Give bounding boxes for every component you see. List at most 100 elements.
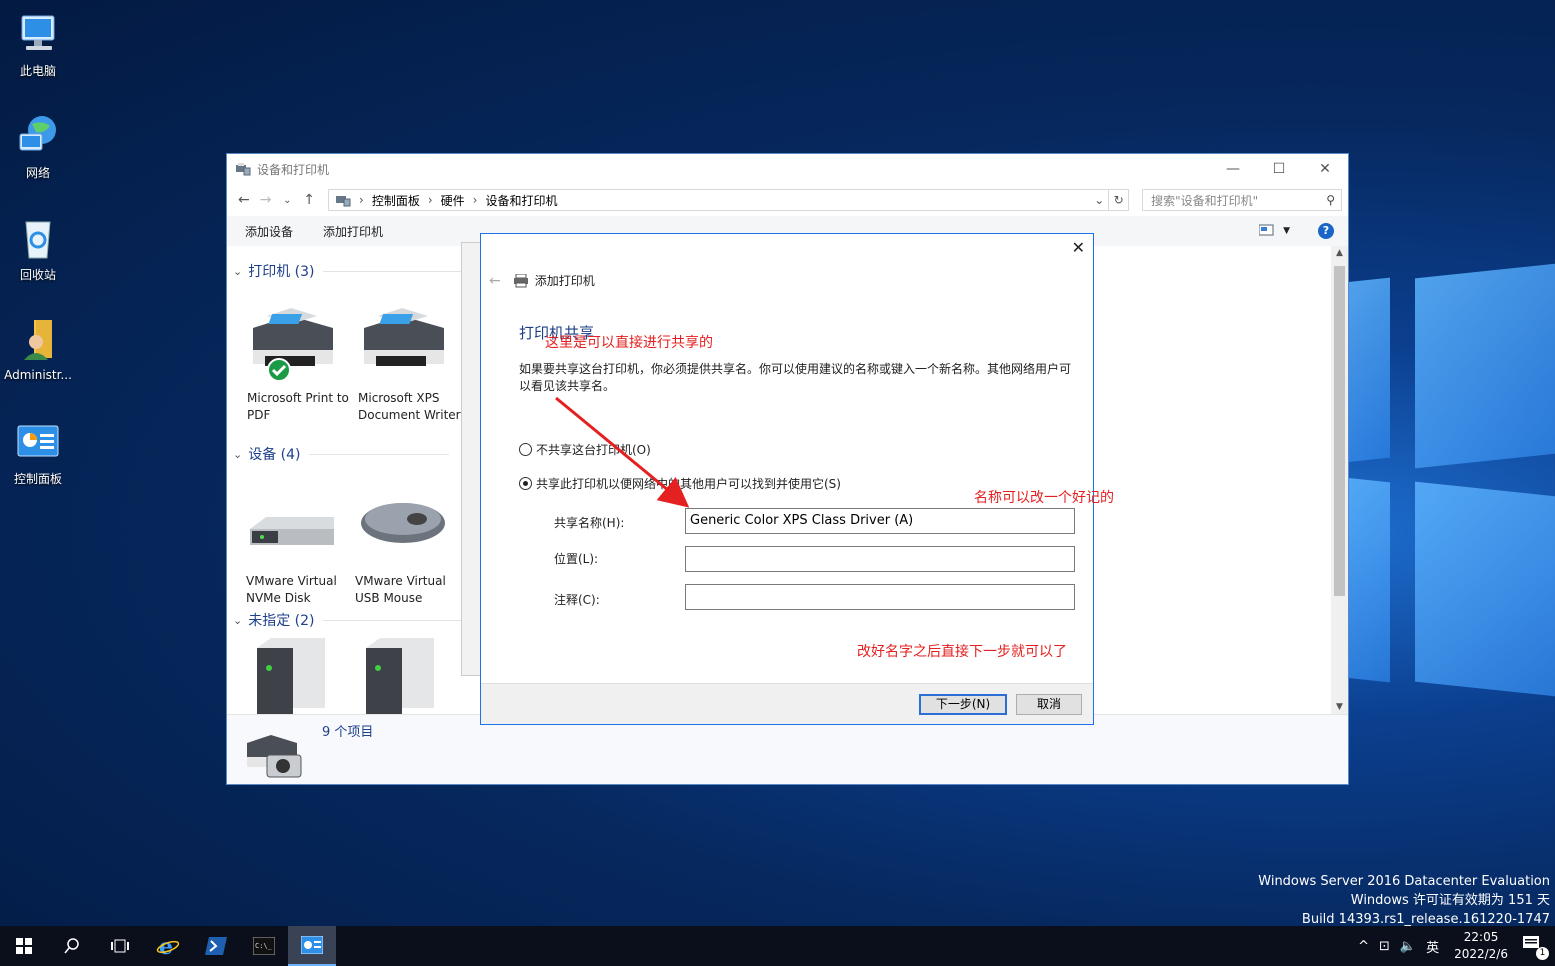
vertical-scrollbar[interactable]: ▲ ▼ xyxy=(1331,246,1348,714)
back-arrow-icon[interactable]: ← xyxy=(489,273,501,289)
system-tray: ^ ⊡ 🔈 英 22:05 2022/2/6 1 xyxy=(1353,926,1555,966)
devices-printers-icon xyxy=(236,163,251,176)
comment-field[interactable] xyxy=(685,584,1075,610)
desktop-icon-this-pc[interactable]: 此电脑 xyxy=(0,10,76,79)
control-panel-icon xyxy=(301,936,323,954)
device-item-usb-mouse[interactable]: VMware Virtual USB Mouse xyxy=(355,489,459,607)
unspecified-device-item[interactable] xyxy=(257,638,361,714)
back-button[interactable]: ← xyxy=(233,192,255,208)
up-button[interactable]: ↑ xyxy=(298,192,320,208)
computer-icon xyxy=(14,10,62,58)
server-icon xyxy=(257,638,347,714)
share-name-field[interactable]: Generic Color XPS Class Driver (A) xyxy=(685,508,1075,534)
group-header-printers[interactable]: ⌄ 打印机 (3) xyxy=(233,261,463,281)
dialog-header: ← 添加打印机 xyxy=(489,272,595,289)
powershell-icon xyxy=(205,937,227,955)
location-field[interactable] xyxy=(685,546,1075,572)
command-prompt-icon: C:\_ xyxy=(253,937,275,955)
comment-label: 注释(C): xyxy=(554,593,600,607)
search-button[interactable] xyxy=(48,926,96,966)
desktop-icon-control-panel[interactable]: 控制面板 xyxy=(0,418,76,487)
taskbar-internet-explorer[interactable]: e xyxy=(144,926,192,966)
search-input[interactable]: 搜索"设备和打印机" ⚲ xyxy=(1142,189,1342,211)
watermark-line: Windows 许可证有效期为 151 天 xyxy=(1350,893,1550,908)
radio-label: 不共享这台打印机(O) xyxy=(536,443,651,457)
view-options-icon[interactable] xyxy=(1258,224,1275,239)
maximize-button[interactable]: ☐ xyxy=(1256,154,1302,184)
breadcrumb-control-panel[interactable]: 控制面板 xyxy=(372,192,420,209)
group-title: 打印机 (3) xyxy=(248,264,315,280)
volume-muted-icon[interactable]: 🔈 xyxy=(1400,939,1416,954)
add-printer-button[interactable]: 添加打印机 xyxy=(323,223,383,240)
item-label: VMware Virtual USB Mouse xyxy=(355,574,446,605)
taskbar-powershell[interactable] xyxy=(192,926,240,966)
printer-item-xps[interactable]: Microsoft XPS Document Writer xyxy=(358,306,462,424)
clock-time: 22:05 xyxy=(1463,930,1499,944)
group-title: 设备 (4) xyxy=(248,447,301,463)
refresh-button[interactable]: ↻ xyxy=(1109,189,1130,211)
item-count: 9 个项目 xyxy=(322,725,374,740)
unspecified-device-item[interactable] xyxy=(366,638,470,714)
group-header-devices[interactable]: ⌄ 设备 (4) xyxy=(233,444,449,464)
desktop-icon-network[interactable]: 网络 xyxy=(0,112,76,181)
input-method-indicator[interactable]: 英 xyxy=(1426,937,1439,956)
add-device-button[interactable]: 添加设备 xyxy=(245,223,293,240)
network-status-icon[interactable]: ⊡ xyxy=(1379,939,1390,954)
scrollbar-thumb[interactable] xyxy=(1334,266,1345,596)
scroll-up-icon[interactable]: ▲ xyxy=(1331,248,1348,258)
help-icon[interactable]: ? xyxy=(1318,223,1334,239)
annotation-rename: 名称可以改一个好记的 xyxy=(974,490,1114,506)
devices-printers-icon xyxy=(336,196,351,207)
taskbar-command-prompt[interactable]: C:\_ xyxy=(240,926,288,966)
clock-date: 2022/2/6 xyxy=(1454,947,1508,961)
recent-locations-button[interactable]: ⌄ xyxy=(277,195,299,206)
view-dropdown-icon[interactable]: ▼ xyxy=(1283,226,1290,236)
group-header-unspecified[interactable]: ⌄ 未指定 (2) xyxy=(233,610,463,630)
next-button[interactable]: 下一步(N) xyxy=(919,694,1007,715)
address-bar-row: ← → ⌄ ↑ › 控制面板 › 硬件 › 设备和打印机 ⌄ ↻ 搜索"设备和打… xyxy=(227,184,1348,216)
radio-no-share[interactable]: 不共享这台打印机(O) xyxy=(519,441,651,458)
internet-explorer-icon: e xyxy=(156,934,180,958)
breadcrumb-hardware[interactable]: 硬件 xyxy=(441,192,465,209)
cancel-button[interactable]: 取消 xyxy=(1016,694,1082,715)
dialog-description: 如果要共享这台打印机，你必须提供共享名。你可以使用建议的名称或键入一个新名称。其… xyxy=(519,362,1072,393)
action-center-icon[interactable]: 1 xyxy=(1523,936,1549,960)
radio-button-selected[interactable] xyxy=(519,477,532,490)
radio-button[interactable] xyxy=(519,443,532,456)
desktop-icon-administrator[interactable]: Administr... xyxy=(0,316,76,382)
search-icon xyxy=(64,938,79,954)
show-hidden-icons-chevron-up-icon[interactable]: ^ xyxy=(1358,939,1369,954)
taskbar: e C:\_ ^ ⊡ 🔈 英 22:05 2022/2/6 1 xyxy=(0,926,1555,966)
forward-button[interactable]: → xyxy=(255,192,277,208)
printer-icon xyxy=(358,306,448,386)
printer-item-pdf[interactable]: Microsoft Print to PDF xyxy=(247,306,351,424)
desktop-icon-recycle-bin[interactable]: 回收站 xyxy=(0,214,76,283)
start-button[interactable] xyxy=(0,926,48,966)
task-view-button[interactable] xyxy=(96,926,144,966)
radio-label: 共享此打印机以便网络中的其他用户可以找到并使用它(S) xyxy=(536,477,841,491)
group-title: 未指定 (2) xyxy=(248,613,315,629)
device-item-nvme-disk[interactable]: VMware Virtual NVMe Disk xyxy=(246,489,350,607)
location-label: 位置(L): xyxy=(554,552,599,566)
scroll-down-icon[interactable]: ▼ xyxy=(1331,702,1348,712)
annotation-next-step: 改好名字之后直接下一步就可以了 xyxy=(857,644,1067,660)
address-dropdown-icon[interactable]: ⌄ xyxy=(1090,193,1108,207)
chevron-down-icon: ⌄ xyxy=(233,447,243,461)
address-bar[interactable]: › 控制面板 › 硬件 › 设备和打印机 ⌄ xyxy=(328,189,1110,211)
close-button[interactable]: ✕ xyxy=(1302,154,1348,184)
radio-share[interactable]: 共享此打印机以便网络中的其他用户可以找到并使用它(S) xyxy=(519,475,841,492)
item-label: Microsoft Print to PDF xyxy=(247,391,349,422)
clock[interactable]: 22:05 2022/2/6 xyxy=(1454,929,1508,963)
windows-logo-icon xyxy=(16,938,32,954)
dialog-header-label: 添加打印机 xyxy=(534,274,595,288)
os-watermark: Windows Server 2016 Datacenter Evaluatio… xyxy=(1258,872,1550,929)
search-icon: ⚲ xyxy=(1326,193,1335,207)
item-label: Microsoft XPS Document Writer xyxy=(358,391,461,422)
breadcrumb-devices-printers[interactable]: 设备和打印机 xyxy=(485,192,557,209)
window-titlebar[interactable]: 设备和打印机 — ☐ ✕ xyxy=(227,154,1348,184)
taskbar-control-panel[interactable] xyxy=(288,926,336,966)
dialog-close-button[interactable]: ✕ xyxy=(1072,238,1085,257)
minimize-button[interactable]: — xyxy=(1210,154,1256,184)
devices-printers-large-icon xyxy=(247,735,302,778)
recycle-bin-icon xyxy=(14,214,62,262)
